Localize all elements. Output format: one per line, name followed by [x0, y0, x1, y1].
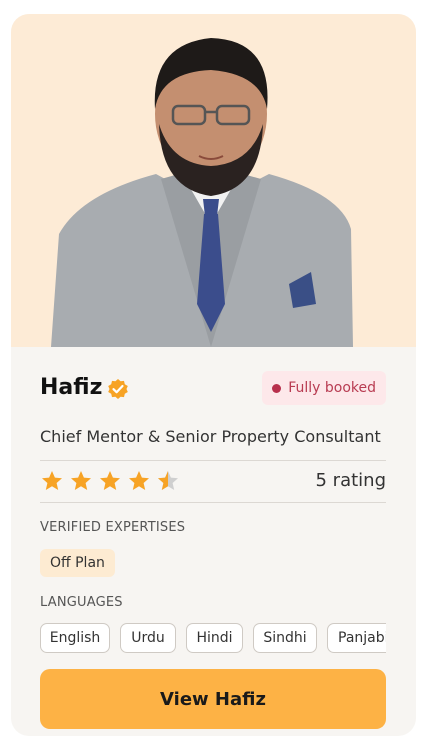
- mentor-portrait-icon: [51, 38, 353, 347]
- star-icon: [71, 471, 91, 490]
- language-chip: Urdu: [120, 623, 176, 653]
- mentor-title: Chief Mentor & Senior Property Consultan…: [40, 427, 381, 446]
- star-icon: [100, 471, 120, 490]
- mentor-photo: [11, 14, 416, 347]
- verified-badge-icon: [108, 379, 128, 399]
- name-row: Hafiz Fully booked: [40, 371, 386, 405]
- mentor-name: Hafiz: [40, 375, 103, 400]
- language-chip: Panjabi: [327, 623, 386, 653]
- language-chip: English: [40, 623, 110, 653]
- status-dot-icon: [272, 383, 282, 393]
- star-rating: [40, 469, 180, 493]
- language-chip: Hindi: [186, 623, 243, 653]
- star-icon: [129, 471, 149, 490]
- divider: [40, 502, 386, 503]
- mentor-card[interactable]: Hafiz Fully booked Chief Mentor & Senior…: [11, 14, 416, 736]
- status-badge-label: Fully booked: [288, 380, 376, 396]
- languages-list: English Urdu Hindi Sindhi Panjabi: [40, 623, 386, 655]
- status-badge: Fully booked: [262, 371, 386, 405]
- view-mentor-button[interactable]: View Hafiz: [40, 669, 386, 729]
- divider: [40, 460, 386, 461]
- expertise-label: VERIFIED EXPERTISES: [40, 520, 186, 535]
- language-chip: Sindhi: [253, 623, 317, 653]
- rating-text: 5 rating: [315, 470, 387, 491]
- languages-label: LANGUAGES: [40, 595, 123, 610]
- half-star-icon: [158, 471, 178, 490]
- star-icon: [42, 471, 62, 490]
- expertise-chip: Off Plan: [40, 549, 115, 577]
